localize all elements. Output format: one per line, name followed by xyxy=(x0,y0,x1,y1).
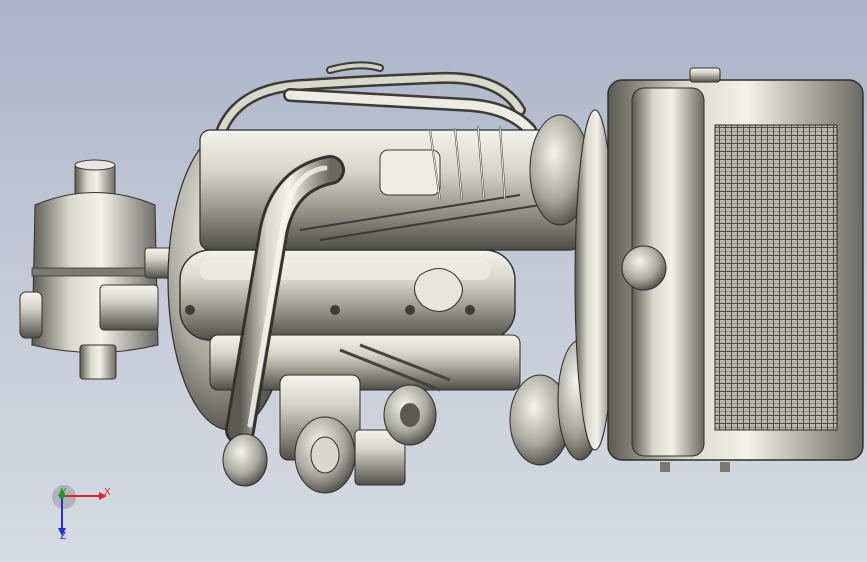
y-axis-label: Y xyxy=(60,487,67,498)
engine-assembly-model[interactable] xyxy=(0,0,867,562)
radiator-icon[interactable] xyxy=(607,67,864,472)
air-filter-icon[interactable] xyxy=(19,159,186,380)
x-axis-label: X xyxy=(104,487,111,498)
cad-viewport[interactable]: X Y Z xyxy=(0,0,867,562)
z-axis-label: Z xyxy=(60,531,67,542)
